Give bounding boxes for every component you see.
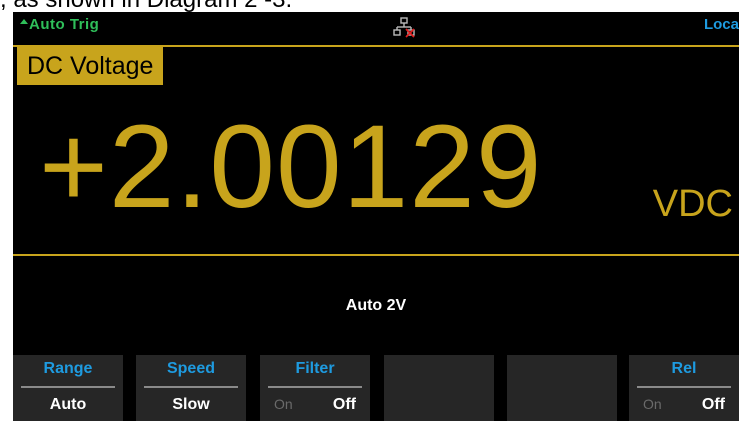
softkey-divider xyxy=(21,386,115,388)
softkey-title: Filter xyxy=(295,360,335,377)
softkey-divider xyxy=(637,386,731,388)
softkey-divider xyxy=(268,386,362,388)
softkey-title: Speed xyxy=(166,360,215,377)
softkey-title: Range xyxy=(43,360,93,377)
softkey-option-off: Off xyxy=(701,396,725,413)
softkey-option-off: Off xyxy=(332,396,356,413)
softkey-option-on: On xyxy=(274,396,293,412)
trigger-mode: Auto Trig xyxy=(29,16,100,33)
softkey-blank-4[interactable] xyxy=(384,355,494,421)
measurement-reading: +2.00129 xyxy=(39,101,543,233)
measurement-unit: VDC xyxy=(652,183,733,225)
softkey-value: Slow xyxy=(172,396,210,413)
up-arrow-icon xyxy=(20,19,28,24)
remote-state: Loca xyxy=(703,16,739,33)
softkey-value: Auto xyxy=(49,396,87,413)
softkey-speed[interactable]: Speed Slow xyxy=(136,355,246,421)
function-label: DC Voltage xyxy=(17,47,164,85)
softkey-blank-5[interactable] xyxy=(507,355,617,421)
softkey-divider xyxy=(144,386,238,388)
softkey-title: Rel xyxy=(671,360,697,377)
softkey-range[interactable]: Range Auto xyxy=(13,355,123,421)
reading-divider xyxy=(13,254,739,256)
softkey-bar: Range Auto Speed Slow Filter On Off Rel … xyxy=(13,355,739,421)
network-disconnected-icon xyxy=(393,17,415,38)
range-info: Auto 2V xyxy=(345,297,407,314)
softkey-option-on: On xyxy=(643,396,662,412)
softkey-rel[interactable]: Rel On Off xyxy=(629,355,739,421)
instrument-display: Auto Trig Loca DC Voltage +2.00129 VDC A… xyxy=(13,12,739,421)
document-caption: , as shown in Diagram 2 -3. xyxy=(0,0,739,12)
softkey-filter[interactable]: Filter On Off xyxy=(260,355,370,421)
status-bar: Auto Trig Loca xyxy=(13,12,739,42)
